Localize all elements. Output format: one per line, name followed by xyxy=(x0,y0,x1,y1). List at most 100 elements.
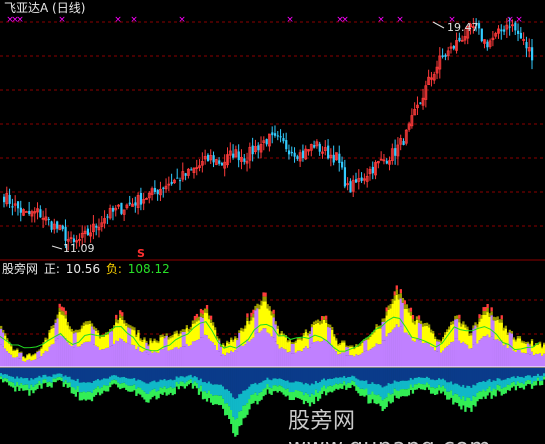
indicator-cyan-bar xyxy=(98,380,102,389)
chart-canvas[interactable]: ××××××××××××××× 19.47 11.09 S xyxy=(0,0,545,444)
indicator-violet-bar xyxy=(213,345,217,367)
indicator-green-bar xyxy=(341,383,344,389)
indicator-blue-bar xyxy=(171,368,174,381)
indicator-yellow-bar xyxy=(367,339,370,351)
indicator-olive-bar xyxy=(274,321,277,325)
indicator-cyan-bar xyxy=(157,381,160,391)
indicator-yellow-bar xyxy=(446,331,449,347)
indicator-olive-bar xyxy=(347,345,350,348)
indicator-olive-bar xyxy=(147,344,150,347)
indicator-green-bar xyxy=(106,385,110,392)
indicator-cyan-bar xyxy=(308,385,312,397)
indicator-violet-bar xyxy=(215,350,219,367)
indicator-violet-bar xyxy=(423,342,427,367)
indicator-green-bar xyxy=(42,379,45,384)
indicator-violet-bar xyxy=(466,344,469,367)
indicator-cyan-bar xyxy=(28,380,31,389)
indicator-green-bar xyxy=(12,382,15,388)
indicator-blue-bar xyxy=(300,368,304,383)
candle-body-down xyxy=(276,135,279,137)
indicator-olive-bar xyxy=(34,353,37,355)
indicator-blue-bar xyxy=(236,368,239,399)
indicator-cyan-bar xyxy=(240,393,243,411)
indicator-cyan-bar xyxy=(310,383,314,394)
indicator-green-bar xyxy=(92,389,96,397)
indicator-yellow-bar xyxy=(82,325,86,343)
indicator-violet-bar xyxy=(244,344,247,367)
indicator-olive-bar xyxy=(92,326,96,330)
indicator-blue-bar xyxy=(232,368,235,398)
indicator-green-bar xyxy=(413,384,417,390)
indicator-blue-bar xyxy=(159,368,162,380)
indicator-green-bar xyxy=(272,385,275,392)
indicator-violet-bar xyxy=(365,350,368,367)
indicator-violet-bar xyxy=(308,347,312,367)
indicator-cyan-bar xyxy=(60,373,63,378)
indicator-green-bar xyxy=(222,398,225,409)
indicator-blue-bar xyxy=(224,368,227,390)
indicator-olive-bar xyxy=(163,335,166,339)
indicator-blue-bar xyxy=(452,368,455,385)
indicator-olive-bar xyxy=(343,340,346,343)
indicator-cyan-bar xyxy=(78,382,82,393)
indicator-green-bar xyxy=(401,389,405,397)
indicator-cyan-bar xyxy=(244,390,247,406)
indicator-cyan-bar xyxy=(454,383,457,394)
indicator-cyan-bar xyxy=(502,379,505,388)
indicator-yellow-bar xyxy=(252,317,255,338)
indicator-cyan-bar xyxy=(450,381,453,391)
indicator-red-cap xyxy=(201,310,205,315)
indicator-yellow-bar xyxy=(46,340,49,352)
indicator-green-bar xyxy=(314,389,318,397)
indicator-blue-bar xyxy=(333,368,336,379)
indicator-green-bar xyxy=(201,391,205,400)
candle-body-down xyxy=(19,207,22,213)
indicator-green-bar xyxy=(429,387,433,394)
indicator-blue-bar xyxy=(298,368,302,382)
indicator-olive-bar xyxy=(349,345,352,347)
indicator-blue-bar xyxy=(34,368,37,379)
indicator-green-bar xyxy=(254,392,257,401)
indicator-blue-bar xyxy=(274,368,277,379)
indicator-red-cap xyxy=(121,312,124,317)
indicator-violet-bar xyxy=(242,345,245,367)
indicator-blue-bar xyxy=(137,368,140,380)
indicator-green-bar xyxy=(147,394,150,403)
indicator-olive-bar xyxy=(496,316,499,320)
indicator-olive-bar xyxy=(440,340,443,343)
indicator-violet-bar xyxy=(226,352,229,367)
indicator-yellow-bar xyxy=(121,319,124,340)
indicator-green-bar xyxy=(534,381,538,386)
indicator-blue-bar xyxy=(205,368,209,384)
indicator-blue-bar xyxy=(123,368,126,377)
indicator-cyan-bar xyxy=(444,380,447,389)
indicator-green-bar xyxy=(10,381,13,387)
indicator-blue-bar xyxy=(111,368,114,376)
indicator-yellow-bar xyxy=(377,328,380,345)
indicator-violet-bar xyxy=(254,333,257,367)
indicator-green-bar xyxy=(343,381,346,386)
indicator-cyan-bar xyxy=(520,376,524,383)
indicator-green-bar xyxy=(540,380,544,386)
indicator-blue-bar xyxy=(82,368,86,383)
indicator-violet-bar xyxy=(399,326,402,367)
indicator-violet-bar xyxy=(361,352,364,367)
indicator-cyan-bar xyxy=(246,389,249,404)
indicator-violet-bar xyxy=(141,352,144,367)
indicator-olive-bar xyxy=(256,303,259,309)
indicator-violet-bar xyxy=(58,334,61,367)
indicator-green-bar xyxy=(456,394,459,403)
indicator-blue-bar xyxy=(203,368,207,382)
indicator-green-bar xyxy=(226,403,229,416)
indicator-violet-bar xyxy=(516,349,520,367)
indicator-cyan-bar xyxy=(327,379,330,387)
indicator-green-bar xyxy=(195,383,199,389)
indicator-olive-bar xyxy=(137,329,140,333)
indicator-yellow-bar xyxy=(454,319,457,339)
indicator-yellow-bar xyxy=(339,344,342,354)
indicator-olive-bar xyxy=(151,341,154,344)
candle-body-down xyxy=(355,179,358,183)
indicator-violet-bar xyxy=(159,349,162,367)
indicator-blue-bar xyxy=(280,368,283,379)
candlesticks[interactable] xyxy=(3,17,534,251)
